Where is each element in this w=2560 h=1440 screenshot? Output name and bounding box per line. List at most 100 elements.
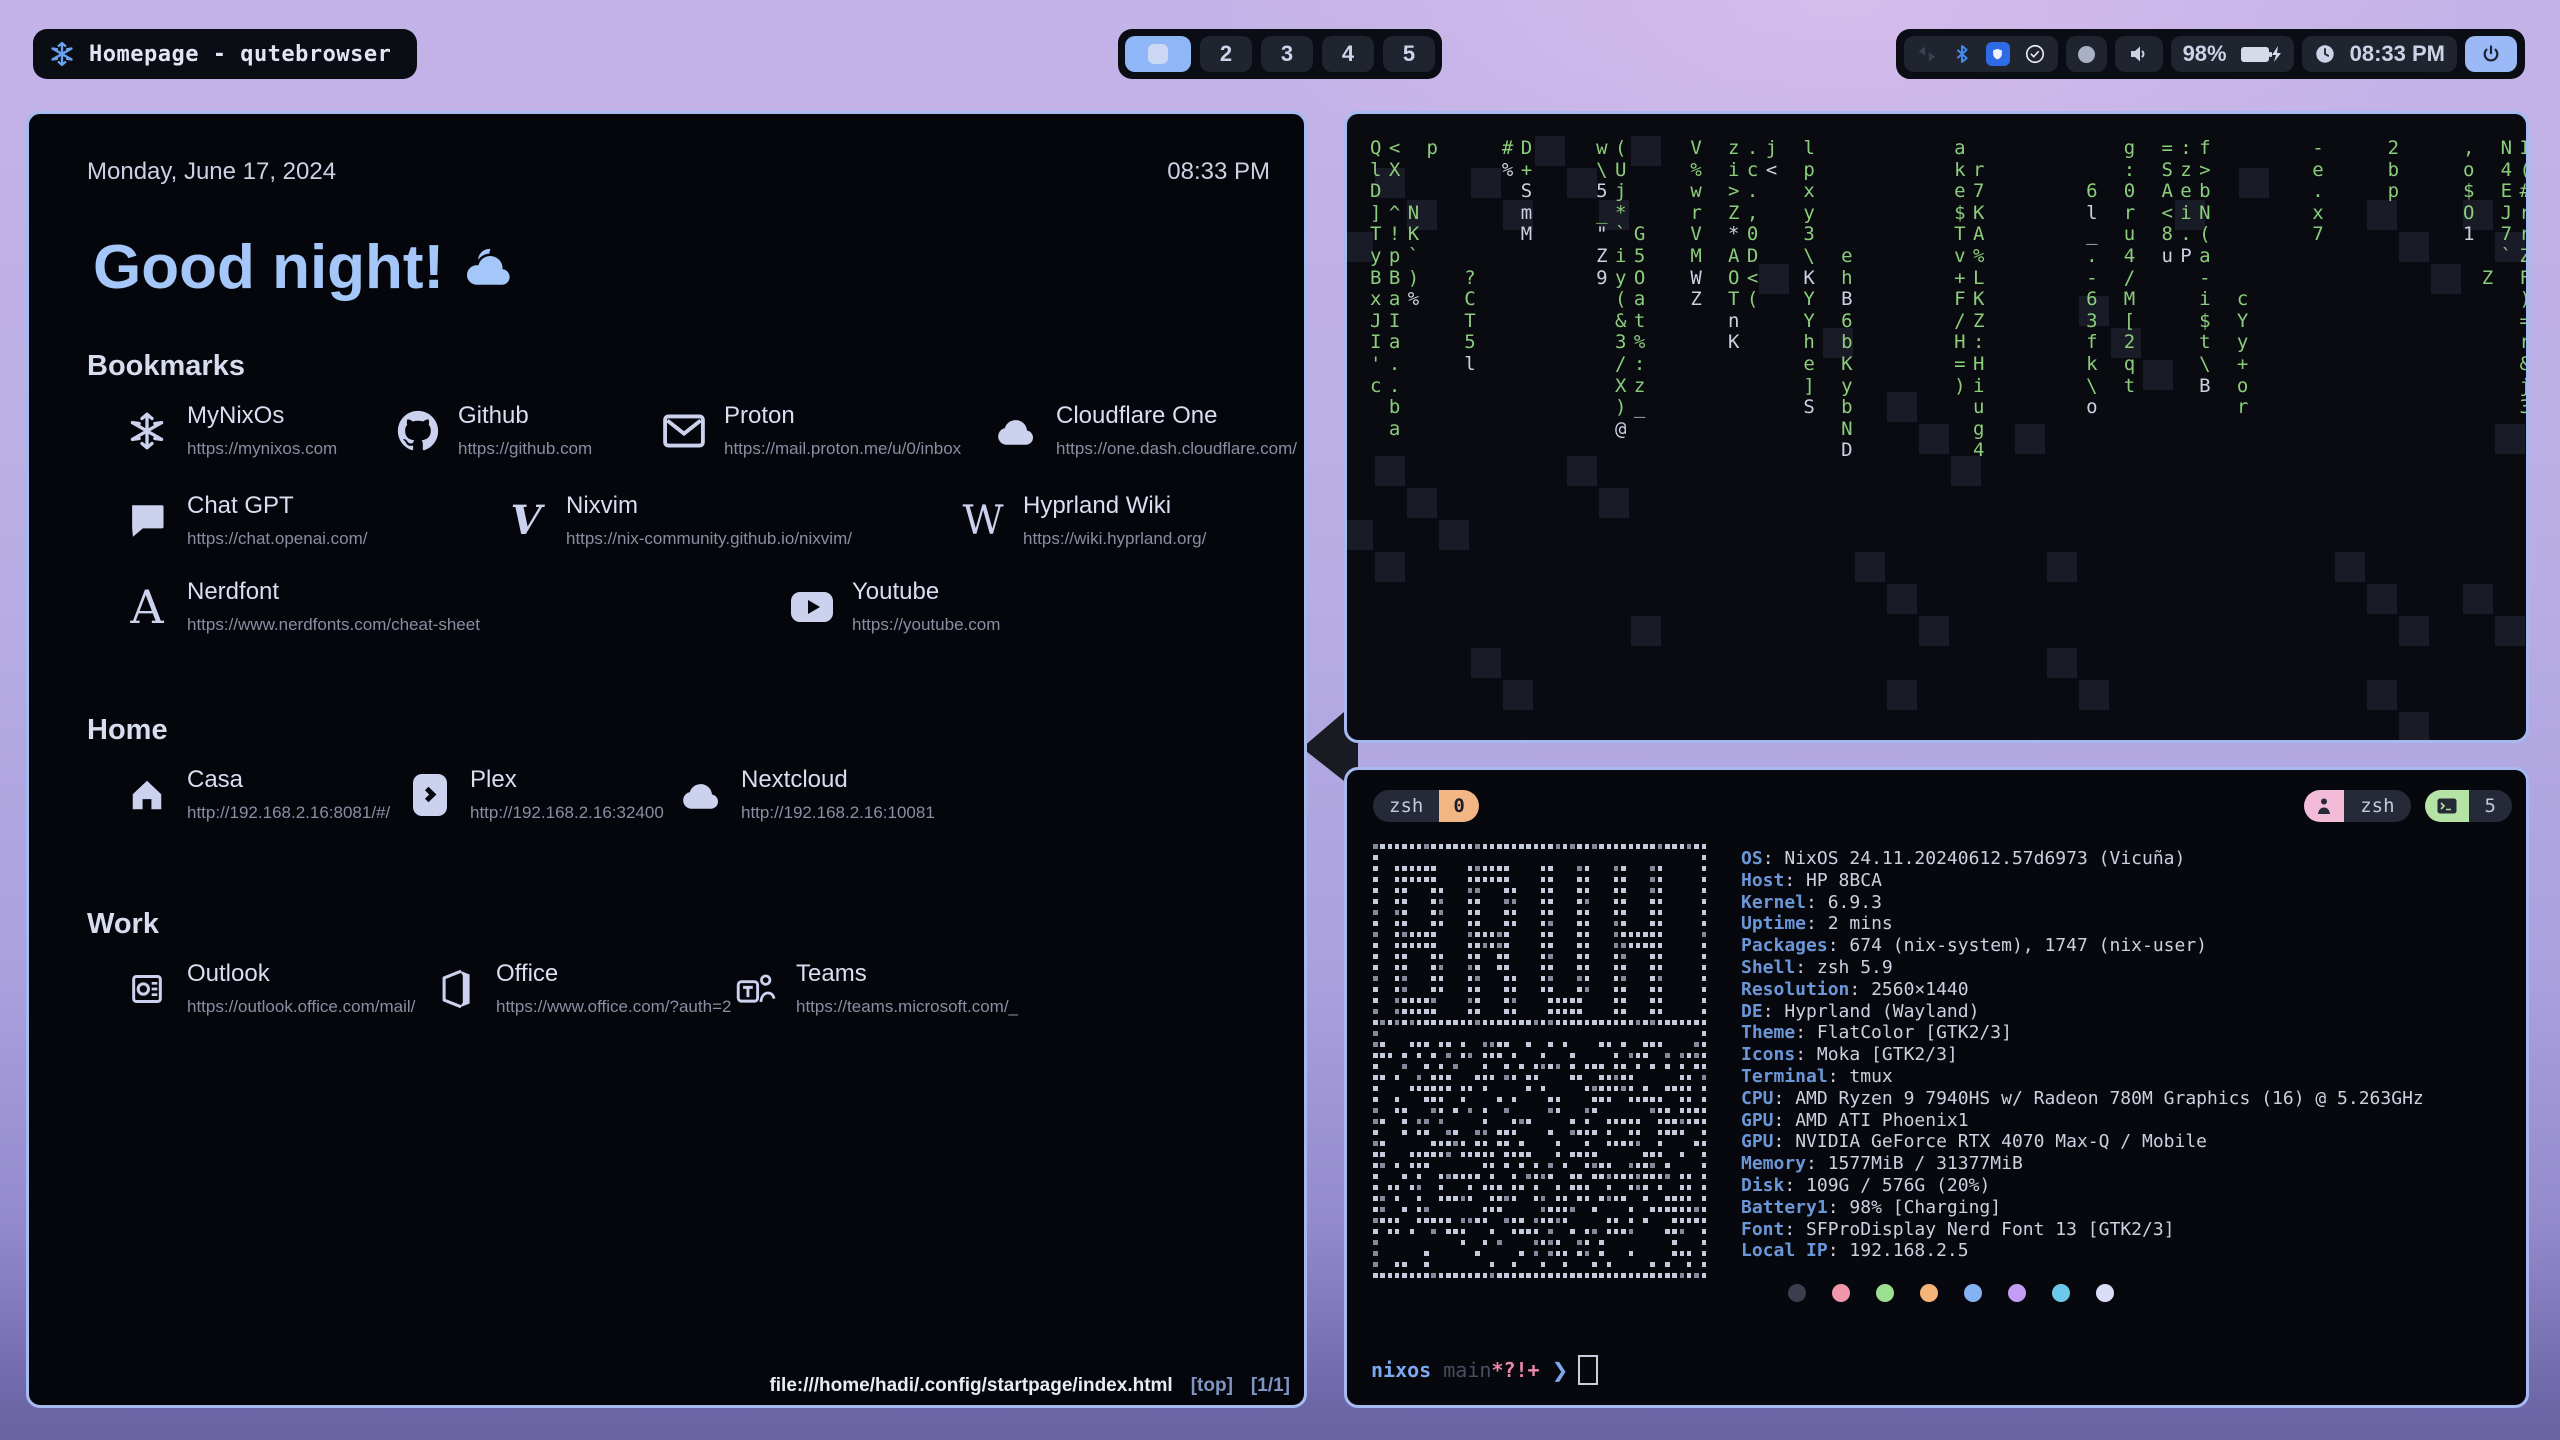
tmux-session-pill[interactable]: zsh 0 xyxy=(1373,790,1479,822)
work-heading: Work xyxy=(87,908,159,941)
prompt-host: nixos xyxy=(1371,1358,1431,1382)
workspace-4[interactable]: 4 xyxy=(1322,36,1374,72)
bookmark-title: MyNixOs xyxy=(187,402,337,430)
power-button[interactable] xyxy=(2465,36,2517,72)
bookmark-url: https://youtube.com xyxy=(852,615,1000,635)
serif-a-icon: A xyxy=(125,583,169,631)
bookmark-title: Youtube xyxy=(852,578,1000,606)
bookmark-office[interactable]: Officehttps://www.office.com/?auth=2 xyxy=(434,960,734,1017)
greeting-heading: Good night! xyxy=(93,232,518,303)
palette-dot xyxy=(2008,1284,2026,1302)
bookmark-mynixos[interactable]: MyNixOs https://mynixos.com xyxy=(125,402,396,459)
fastfetch-line: Terminal: tmux xyxy=(1741,1066,2424,1088)
fastfetch-line: GPU: AMD ATI Phoenix1 xyxy=(1741,1110,2424,1132)
envelope-icon xyxy=(662,407,706,455)
user-icon xyxy=(2304,790,2344,822)
bookmark-title: Outlook xyxy=(187,960,415,988)
bluetooth-icon[interactable] xyxy=(1952,43,1972,65)
battery-group[interactable]: 98% xyxy=(2171,36,2294,72)
palette-dot xyxy=(2096,1284,2114,1302)
battery-icon xyxy=(2241,46,2282,62)
transfer-arrows-icon[interactable] xyxy=(1916,43,1938,65)
palette-dot xyxy=(1920,1284,1938,1302)
workspace-5[interactable]: 5 xyxy=(1383,36,1435,72)
bookmark-title: Plex xyxy=(470,766,664,794)
bookmark-title: Chat GPT xyxy=(187,492,368,520)
bookmark-url: https://one.dash.cloudflare.com/ xyxy=(1056,439,1297,459)
fastfetch-line: CPU: AMD Ryzen 9 7940HS w/ Radeon 780M G… xyxy=(1741,1088,2424,1110)
bookmark-url: https://mynixos.com xyxy=(187,439,337,459)
fastfetch-terminal-window[interactable]: zsh 0 zsh 5 OS: NixOS 24.11.20240612.57d… xyxy=(1344,767,2529,1408)
palette-dot xyxy=(1964,1284,1982,1302)
home-icon xyxy=(125,771,169,819)
prompt-arrow: ❯ xyxy=(1552,1358,1569,1382)
fastfetch-line: Kernel: 6.9.3 xyxy=(1741,892,2424,914)
bookmark-nerdfont[interactable]: A Nerdfonthttps://www.nerdfonts.com/chea… xyxy=(125,578,790,635)
bookmark-url: https://www.nerdfonts.com/cheat-sheet xyxy=(187,615,480,635)
bookmark-proton[interactable]: Proton https://mail.proton.me/u/0/inbox xyxy=(662,402,994,459)
palette-dot xyxy=(1832,1284,1850,1302)
shell-prompt[interactable]: nixos main *?!+ ❯ xyxy=(1371,1355,1598,1385)
bookmark-github[interactable]: Githubhttps://github.com xyxy=(396,402,662,459)
bookmark-youtube[interactable]: Youtube https://youtube.com xyxy=(790,578,1000,635)
bookmark-title: Nixvim xyxy=(566,492,852,520)
tmux-session-name: zsh xyxy=(1373,790,1439,822)
clock-icon xyxy=(2314,43,2336,65)
check-circle-icon[interactable] xyxy=(2024,43,2046,65)
workspace-1-active[interactable] xyxy=(1125,36,1191,72)
greeting-text: Good night! xyxy=(93,232,444,303)
bookmark-nextcloud[interactable]: Nextcloud http://192.168.2.16:10081 xyxy=(679,766,935,823)
tmux-window-index: 0 xyxy=(1439,790,1478,822)
cloud-icon xyxy=(994,407,1038,455)
workspace-3[interactable]: 3 xyxy=(1261,36,1313,72)
bookmark-chatgpt[interactable]: Chat GPThttps://chat.openai.com/ xyxy=(125,492,504,549)
volume-group[interactable] xyxy=(2115,36,2163,72)
fastfetch-line: Packages: 674 (nix-system), 1747 (nix-us… xyxy=(1741,935,2424,957)
youtube-play-icon xyxy=(790,583,834,631)
outlook-icon xyxy=(125,965,169,1013)
fastfetch-line: Host: HP 8BCA xyxy=(1741,870,2424,892)
qutebrowser-statusbar: file:///home/hadi/.config/startpage/inde… xyxy=(769,1375,1290,1397)
bookmark-nixvim[interactable]: V Nixvimhttps://nix-community.github.io/… xyxy=(504,492,961,549)
idle-inhibitor-group[interactable] xyxy=(2066,36,2107,72)
clock-group[interactable]: 08:33 PM xyxy=(2302,36,2457,72)
bookmark-title: Proton xyxy=(724,402,961,430)
startpage-time: 08:33 PM xyxy=(1167,158,1270,186)
tmux-user-chip: zsh xyxy=(2304,790,2410,822)
bookmark-url: https://mail.proton.me/u/0/inbox xyxy=(724,439,961,459)
bookmark-hyprland-wiki[interactable]: W Hyprland Wikihttps://wiki.hyprland.org… xyxy=(961,492,1206,549)
system-tray-pill: 98% 08:33 PM xyxy=(1896,29,2525,79)
fastfetch-line: Icons: Moka [GTK2/3] xyxy=(1741,1044,2424,1066)
workspace-2[interactable]: 2 xyxy=(1200,36,1252,72)
bitwarden-shield-icon[interactable] xyxy=(1986,42,2010,66)
fastfetch-line: Font: SFProDisplay Nerd Font 13 [GTK2/3] xyxy=(1741,1219,2424,1241)
bookmark-casa[interactable]: Casahttp://192.168.2.16:8081/#/ xyxy=(125,766,408,823)
teams-icon xyxy=(734,965,778,1013)
bookmark-title: Github xyxy=(458,402,592,430)
home-heading: Home xyxy=(87,714,168,747)
terminal-cursor xyxy=(1578,1355,1598,1385)
moon-cloud-icon xyxy=(460,246,518,290)
fastfetch-line: Memory: 1577MiB / 31377MiB xyxy=(1741,1153,2424,1175)
bookmark-url: https://www.office.com/?auth=2 xyxy=(496,997,731,1017)
tmux-status-right: zsh 5 xyxy=(2304,790,2512,822)
bookmark-cloudflare-one[interactable]: Cloudflare Onehttps://one.dash.cloudflar… xyxy=(994,402,1297,459)
prompt-git-branch: main xyxy=(1443,1358,1491,1382)
bookmark-outlook[interactable]: Outlookhttps://outlook.office.com/mail/ xyxy=(125,960,434,1017)
cmatrix-terminal-window[interactable]: Q< p #D w( V z.j l a g =:f - 2 , NI lX %… xyxy=(1344,111,2529,743)
tmux-window-count: 5 xyxy=(2469,790,2512,822)
bookmark-plex[interactable]: Plexhttp://192.168.2.16:32400 xyxy=(408,766,679,823)
cloud-icon xyxy=(679,771,723,819)
chat-bubble-icon xyxy=(125,497,169,545)
clock-time: 08:33 PM xyxy=(2350,41,2445,67)
palette-dot xyxy=(1876,1284,1894,1302)
bookmark-title: Nextcloud xyxy=(741,766,935,794)
speaker-icon xyxy=(2127,42,2151,66)
active-workspace-dot xyxy=(1148,44,1168,64)
fastfetch-line: Theme: FlatColor [GTK2/3] xyxy=(1741,1022,2424,1044)
terminal-color-palette xyxy=(1788,1284,2114,1302)
bookmark-teams[interactable]: Teamshttps://teams.microsoft.com/_ xyxy=(734,960,1018,1017)
fastfetch-line: Local IP: 192.168.2.5 xyxy=(1741,1240,2424,1262)
bookmark-url: http://192.168.2.16:10081 xyxy=(741,803,935,823)
bookmark-url: https://teams.microsoft.com/_ xyxy=(796,997,1018,1017)
